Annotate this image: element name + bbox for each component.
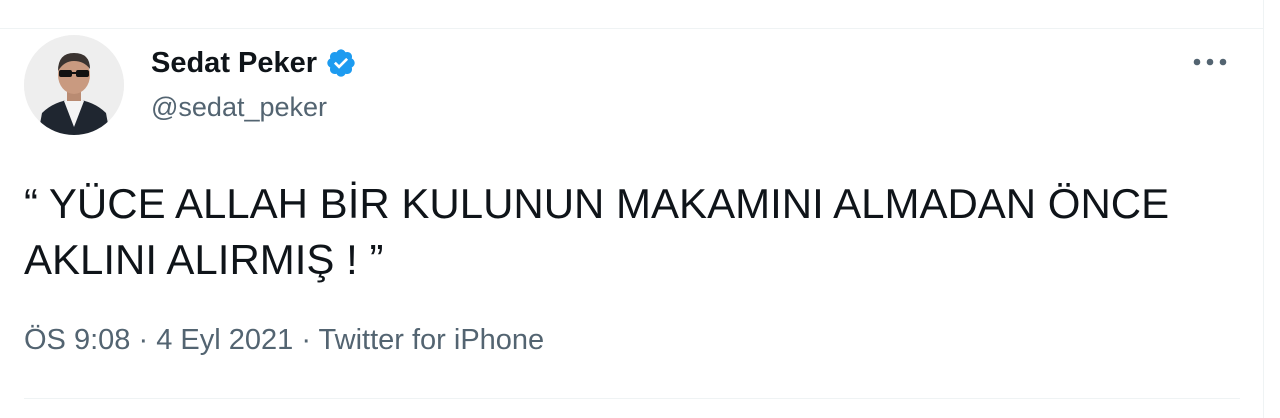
meta-separator: ·	[138, 324, 149, 356]
meta-separator: ·	[301, 324, 311, 356]
tweet-card: Sedat Peker @sedat_peker “ YÜCE ALLAH Bİ…	[0, 0, 1264, 418]
avatar-photo-icon	[24, 35, 124, 135]
author-handle[interactable]: @sedat_peker	[151, 90, 327, 124]
top-divider	[0, 28, 1264, 29]
verified-badge-icon	[325, 47, 357, 79]
tweet-metadata: ÖS 9:08 · 4 Eyl 2021 · Twitter for iPhon…	[24, 322, 544, 358]
more-options-button[interactable]	[1190, 46, 1230, 78]
author-display-name[interactable]: Sedat Peker	[151, 45, 357, 81]
bottom-divider	[24, 398, 1240, 399]
tweet-date[interactable]: 4 Eyl 2021	[156, 324, 293, 356]
tweet-text: “ YÜCE ALLAH BİR KULUNUN MAKAMINI ALMADA…	[24, 180, 1179, 283]
more-icon	[1193, 58, 1227, 66]
author-avatar[interactable]	[24, 35, 124, 135]
tweet-source[interactable]: Twitter for iPhone	[319, 324, 545, 356]
tweet-time[interactable]: ÖS 9:08	[24, 324, 130, 356]
display-name-text: Sedat Peker	[151, 47, 318, 79]
